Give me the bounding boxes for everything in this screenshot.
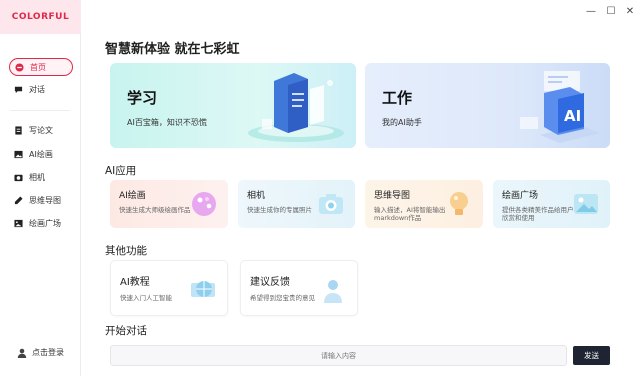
hero-title: 工作 (382, 89, 413, 107)
card-subtitle: 提供各类精美作品给用户欣赏和使用 (502, 206, 574, 222)
sidebar: COLORFUL 首页 对话 写论文 AI绘画 相机 思维导图 绘画广场 点击登… (0, 0, 81, 376)
card-title: 相机 (247, 191, 266, 201)
card-feedback[interactable]: 建议反馈 希望得到您宝贵的意见 (240, 260, 358, 316)
logo-area: COLORFUL (0, 0, 81, 34)
card-title: 思维导图 (374, 191, 411, 201)
card-subtitle: 快速生成大师级绘画作品 (119, 206, 191, 214)
home-icon (15, 62, 24, 72)
svg-text:AI: AI (564, 107, 581, 125)
chat-icon (14, 85, 23, 94)
card-subtitle: 输入描述，AI将智能输出markdown作品 (374, 206, 446, 222)
user-icon (17, 348, 27, 358)
sidebar-item-write-paper[interactable]: 写论文 (9, 121, 73, 139)
card-gallery[interactable]: 绘画广场 提供各类精美作品给用户欣赏和使用 (493, 180, 610, 228)
section-heading-chat: 开始对话 (105, 325, 147, 337)
section-heading-ai-apps: AI应用 (105, 165, 137, 177)
card-camera[interactable]: 相机 快速生成你的专属照片 (238, 180, 355, 228)
card-title: 绘画广场 (502, 191, 539, 201)
sidebar-item-label: 首页 (30, 62, 46, 72)
sidebar-item-label: 写论文 (29, 125, 53, 135)
card-title: 建议反馈 (250, 277, 290, 288)
login-label: 点击登录 (32, 348, 64, 357)
document-icon (14, 125, 23, 135)
sidebar-item-camera[interactable]: 相机 (9, 168, 73, 186)
minimize-button[interactable]: — (584, 4, 598, 18)
picture-icon (574, 194, 598, 214)
card-title: AI绘画 (119, 191, 146, 201)
books-illustration (248, 73, 344, 142)
app-window: COLORFUL 首页 对话 写论文 AI绘画 相机 思维导图 绘画广场 点击登… (0, 0, 640, 376)
chat-input[interactable] (110, 345, 567, 366)
login-button[interactable]: 点击登录 (17, 347, 64, 358)
sidebar-item-home[interactable]: 首页 (9, 58, 73, 76)
close-button[interactable]: ✕ (623, 4, 637, 18)
card-ai-painting[interactable]: AI绘画 快速生成大师级绘画作品 (110, 180, 228, 228)
section-heading-other: 其他功能 (105, 245, 147, 257)
gallery-icon (14, 219, 23, 228)
colorful-logo: COLORFUL (11, 12, 70, 22)
hero-title: 学习 (127, 89, 158, 107)
hero-card-work[interactable]: 工作 我的AI助手 AI (365, 63, 610, 148)
send-button[interactable]: 发送 (573, 346, 610, 365)
sidebar-divider (10, 110, 70, 111)
sidebar-item-label: 相机 (29, 172, 45, 182)
sidebar-item-mind-map[interactable]: 思维导图 (9, 191, 73, 209)
palette-icon (192, 192, 216, 216)
card-ai-tutorial[interactable]: AI教程 快速入门人工智能 (110, 260, 228, 316)
sidebar-item-label: AI绘画 (29, 149, 53, 159)
hero-subtitle: 我的AI助手 (382, 118, 422, 127)
image-icon (14, 150, 23, 159)
card-subtitle: 快速生成你的专属照片 (247, 206, 312, 214)
sidebar-item-gallery[interactable]: 绘画广场 (9, 214, 73, 232)
maximize-button[interactable]: ☐ (604, 4, 618, 18)
sidebar-item-label: 绘画广场 (29, 218, 61, 228)
page-title: 智慧新体验 就在七彩虹 (105, 42, 240, 57)
card-mind-map[interactable]: 思维导图 输入描述，AI将智能输出markdown作品 (365, 180, 483, 228)
person-icon (324, 280, 342, 303)
hero-subtitle: AI百宝箱，知识不恐慌 (127, 118, 207, 127)
camera-icon (14, 173, 23, 182)
sidebar-item-chat[interactable]: 对话 (9, 80, 73, 98)
sidebar-item-label: 对话 (29, 84, 45, 94)
ai-cube-illustration: AI (520, 71, 600, 143)
globe-icon (191, 281, 215, 297)
lightbulb-icon (450, 192, 468, 215)
camera-icon (319, 194, 343, 214)
sidebar-item-ai-painting[interactable]: AI绘画 (9, 145, 73, 163)
hero-card-learn[interactable]: 学习 AI百宝箱，知识不恐慌 (110, 63, 356, 148)
sidebar-item-label: 思维导图 (29, 195, 61, 205)
card-title: AI教程 (120, 277, 150, 288)
pen-icon (14, 195, 23, 205)
